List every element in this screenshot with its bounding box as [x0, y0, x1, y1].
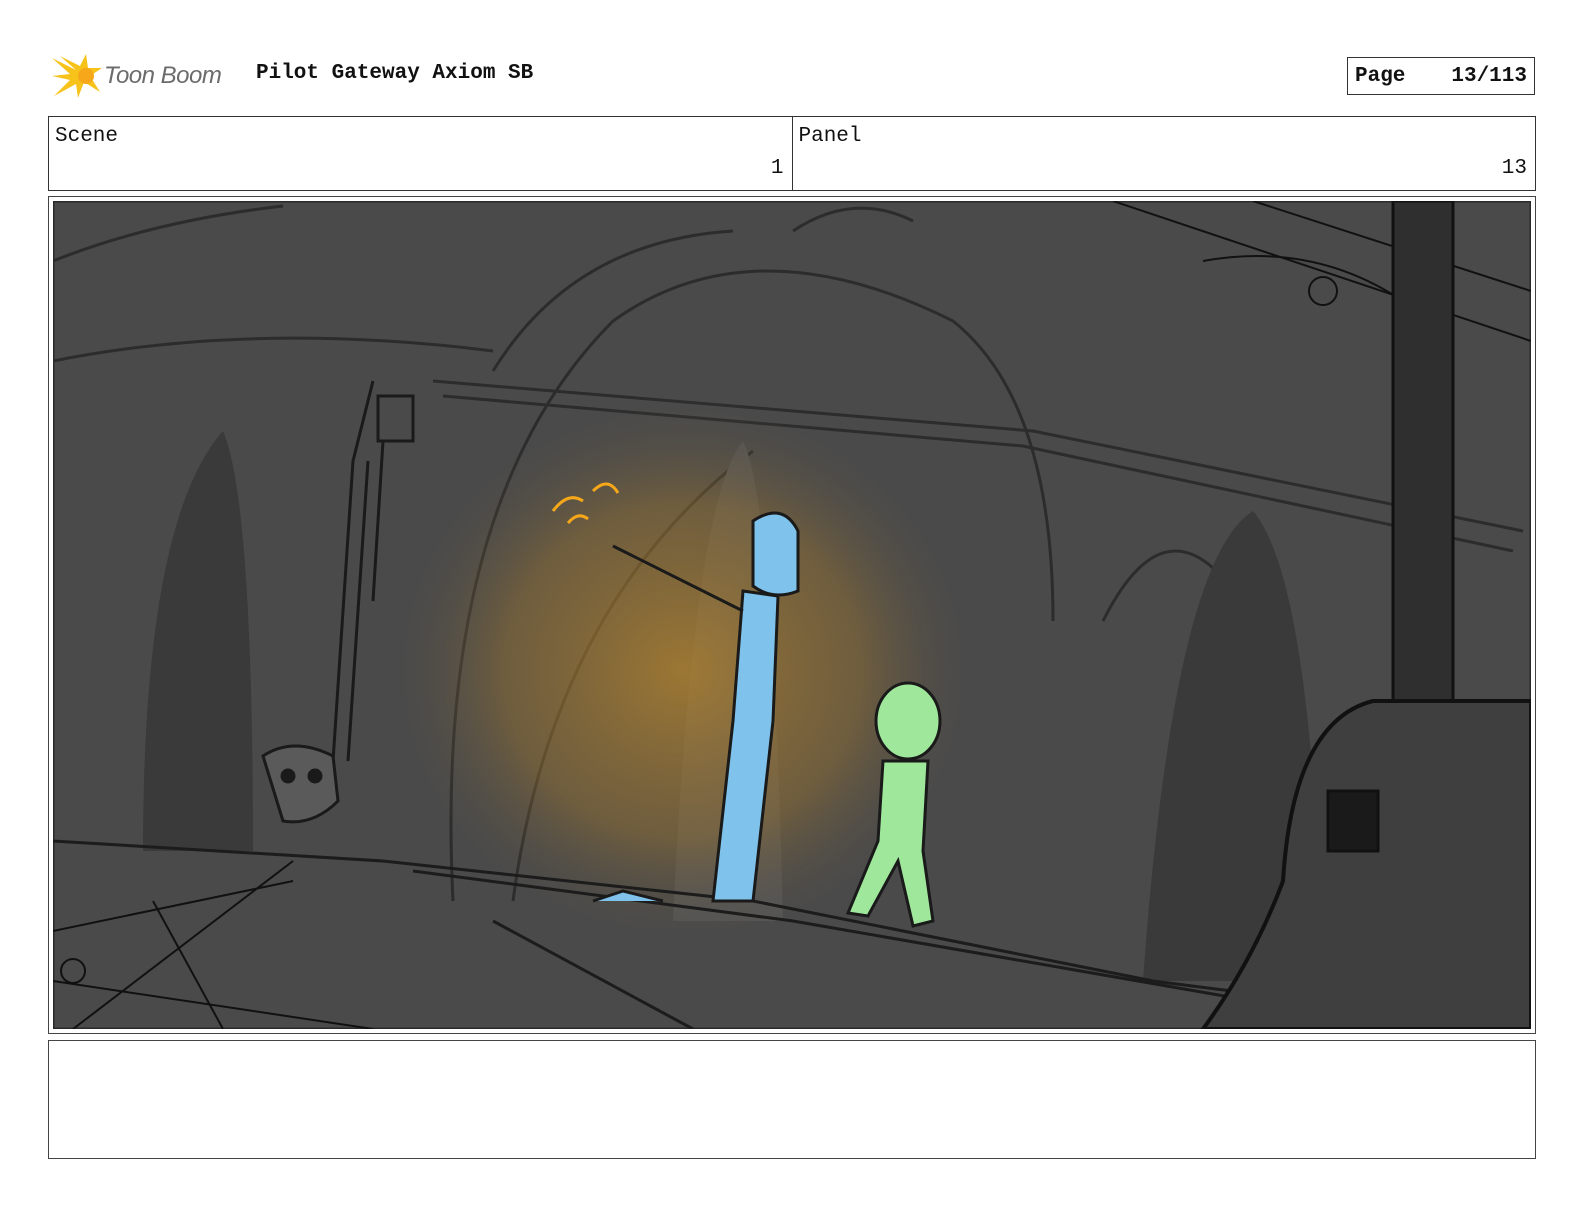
scene-value: 1 [770, 157, 784, 180]
page-indicator: Page 13/113 [1347, 57, 1535, 95]
project-title: Pilot Gateway Axiom SB [256, 62, 534, 85]
scene-panel-info: Scene 1 Panel 13 [48, 116, 1536, 191]
page-number: 13/113 [1451, 64, 1527, 88]
panel-value: 13 [1501, 157, 1527, 180]
panel-notes-box [48, 1040, 1536, 1159]
panel-label: Panel [798, 125, 862, 148]
logo-text: Toon Boom [104, 62, 222, 89]
panel-cell: Panel 13 [791, 117, 1536, 190]
starburst-icon [52, 54, 102, 98]
page-label: Page [1355, 64, 1406, 88]
scene-cell: Scene 1 [49, 117, 792, 190]
panel-sketch-image [53, 201, 1531, 1029]
storyboard-panel [48, 196, 1536, 1034]
scene-label: Scene [55, 125, 119, 148]
toon-boom-logo: Toon Boom [50, 52, 240, 102]
